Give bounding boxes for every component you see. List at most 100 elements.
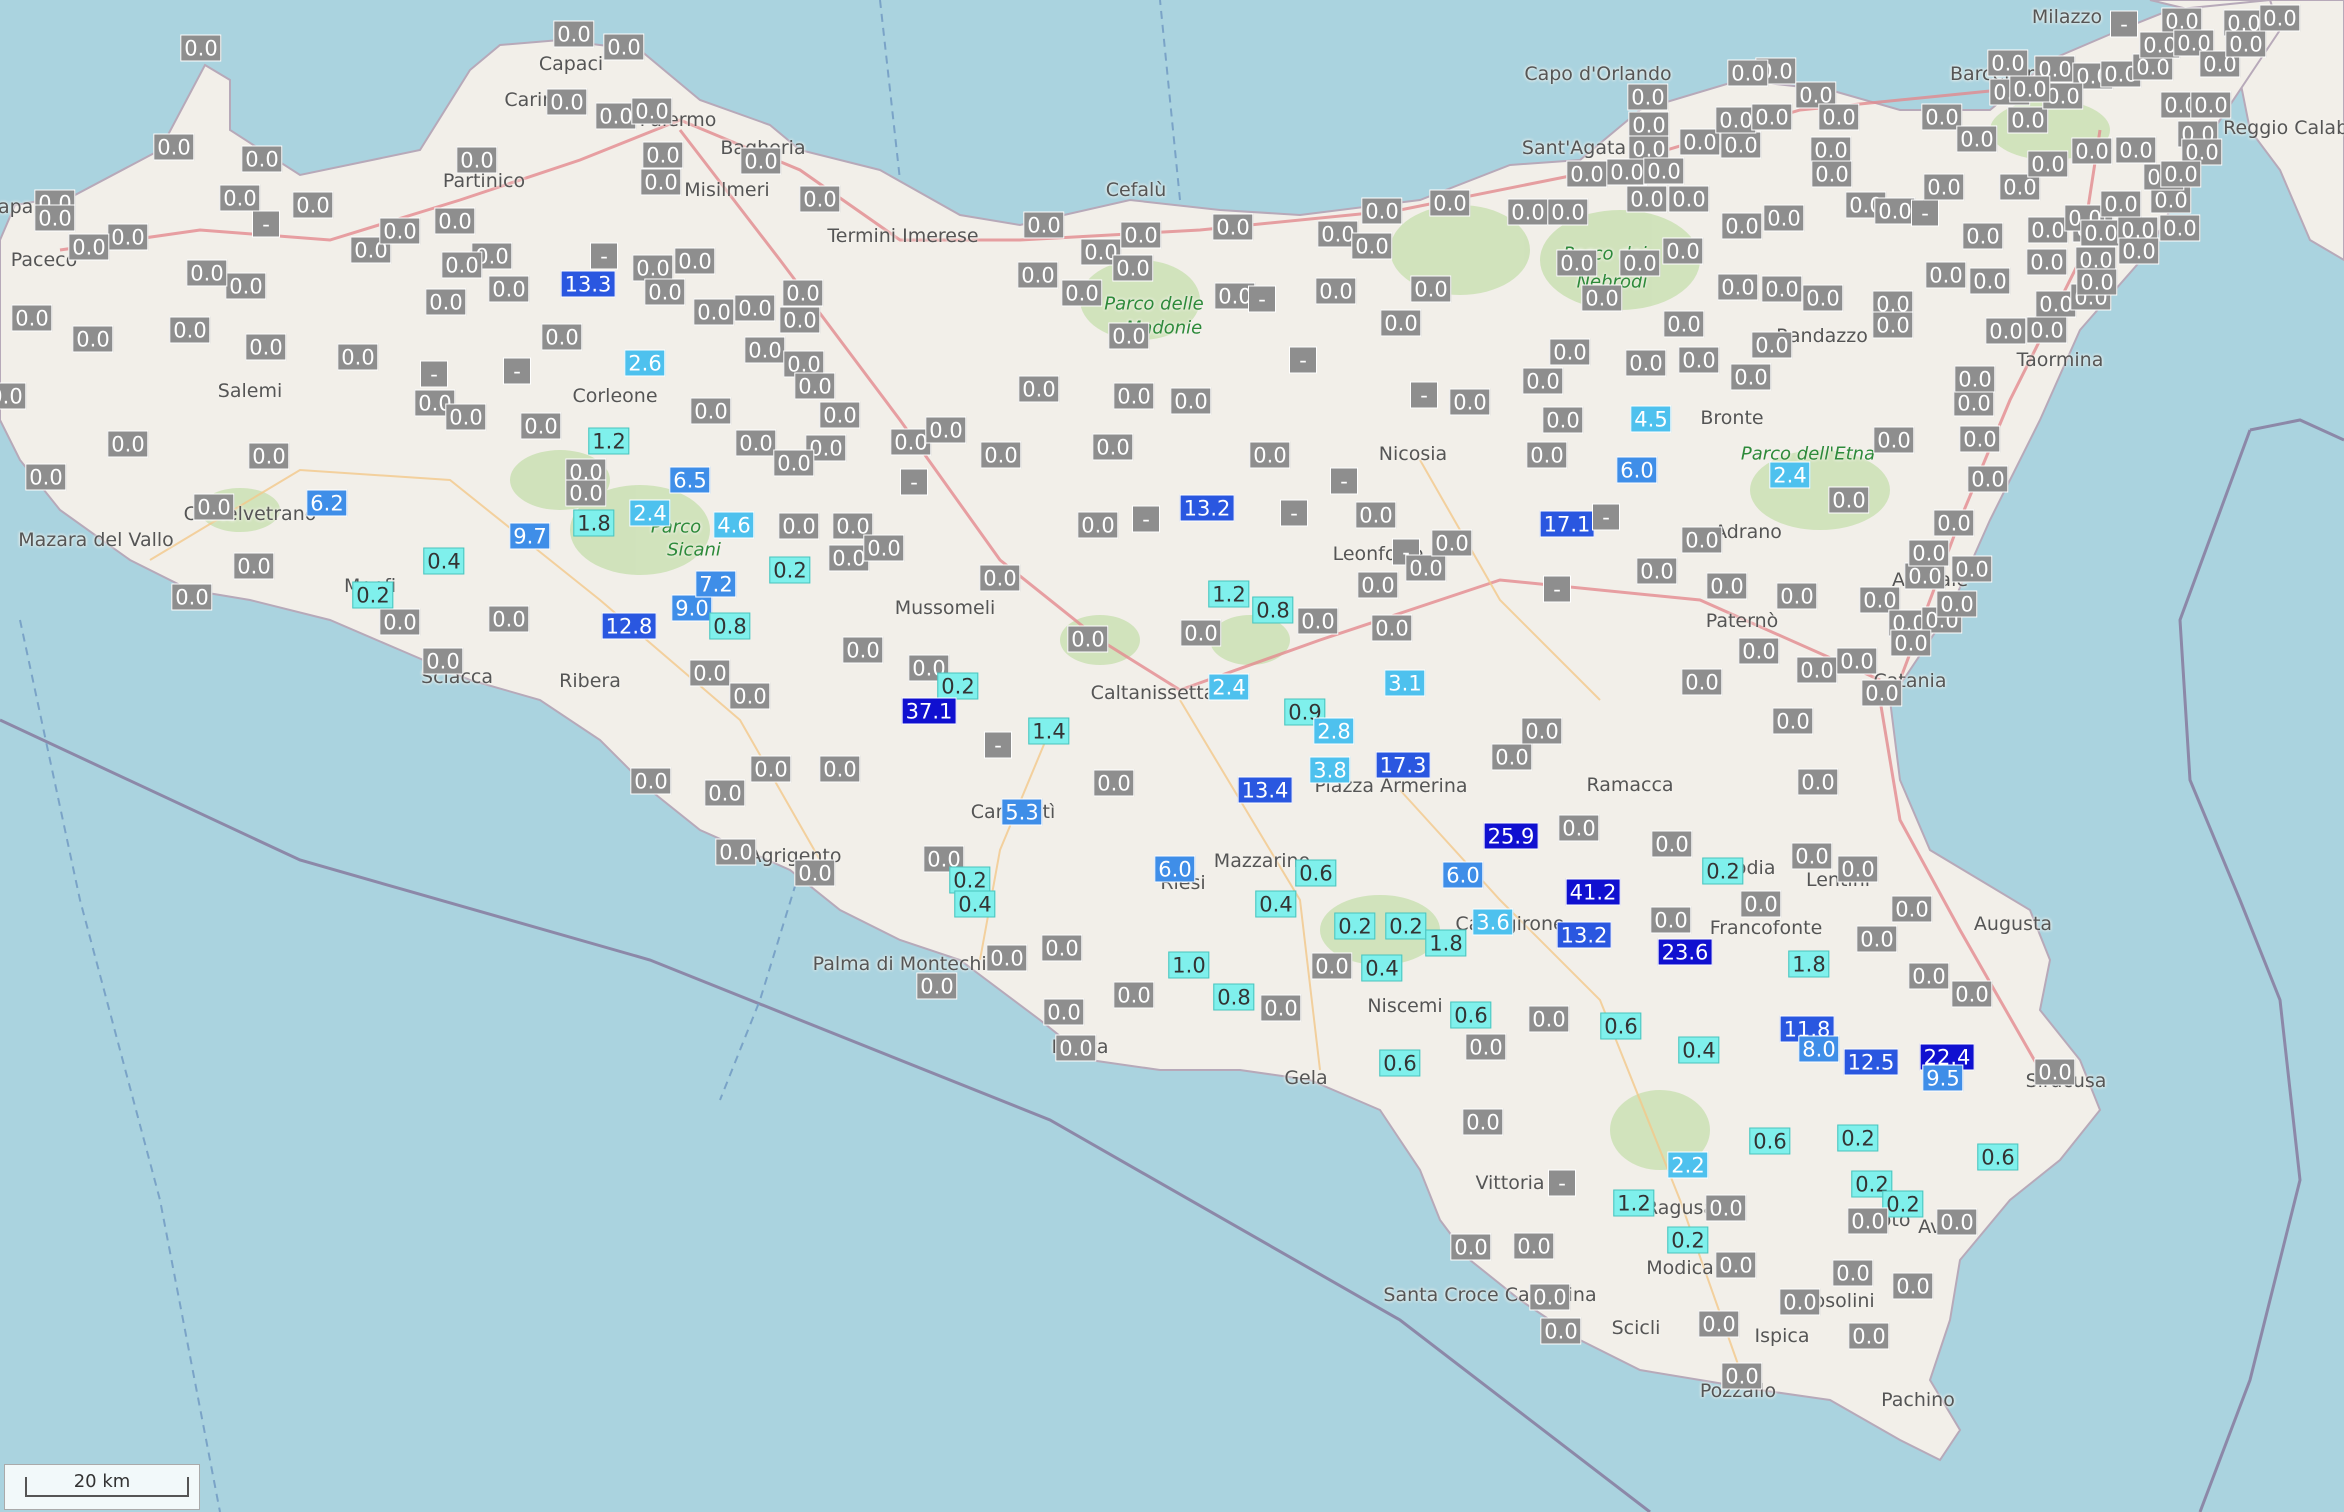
station-marker[interactable]: 0.0 (1315, 277, 1357, 305)
station-marker[interactable]: 0.0 (1936, 590, 1978, 618)
station-marker[interactable]: 13.4 (1237, 776, 1293, 804)
station-marker[interactable]: 0.0 (1371, 614, 1413, 642)
station-marker[interactable]: 0.0 (1923, 173, 1965, 201)
station-marker[interactable]: 0.0 (1698, 1310, 1740, 1338)
station-marker[interactable]: 0.0 (1874, 197, 1916, 225)
station-marker[interactable]: 0.0 (819, 755, 861, 783)
station-marker[interactable]: 0.0 (2071, 137, 2113, 165)
station-marker[interactable]: 0.0 (1112, 254, 1154, 282)
station-marker[interactable]: - (1592, 503, 1620, 531)
station-marker[interactable]: 2.8 (1313, 717, 1355, 745)
station-marker[interactable]: 0.0 (1837, 855, 1879, 883)
station-marker[interactable]: 0.0 (1626, 185, 1668, 213)
station-marker[interactable]: 0.0 (1625, 349, 1667, 377)
station-marker[interactable]: 0.0 (734, 294, 776, 322)
station-marker[interactable]: 0.0 (434, 207, 476, 235)
station-marker[interactable]: 0.0 (1643, 157, 1685, 185)
station-marker[interactable]: 0.0 (1361, 197, 1403, 225)
station-marker[interactable]: 0.0 (1380, 309, 1422, 337)
station-marker[interactable]: 0.0 (1872, 311, 1914, 339)
station-marker[interactable]: 0.2 (1667, 1226, 1709, 1254)
station-marker[interactable]: 0.0 (916, 972, 958, 1000)
station-marker[interactable]: 0.0 (980, 441, 1022, 469)
station-marker[interactable]: 0.0 (1662, 237, 1704, 265)
station-marker[interactable]: 0.0 (779, 306, 821, 334)
station-marker[interactable]: 0.0 (2007, 106, 2049, 134)
station-marker[interactable]: 0.0 (2027, 150, 2069, 178)
station-marker[interactable]: 0.0 (1969, 267, 2011, 295)
station-marker[interactable]: 0.0 (2009, 75, 2051, 103)
station-marker[interactable]: 0.0 (2115, 136, 2157, 164)
station-marker[interactable]: 0.0 (1017, 261, 1059, 289)
station-marker[interactable]: 0.0 (2118, 237, 2160, 265)
station-marker[interactable]: 0.0 (1542, 406, 1584, 434)
station-marker[interactable]: 0.0 (1491, 743, 1533, 771)
station-marker[interactable]: 0.4 (1255, 890, 1297, 918)
station-marker[interactable]: - (1248, 285, 1276, 313)
station-marker[interactable]: 0.0 (1355, 501, 1397, 529)
station-marker[interactable]: 2.4 (1208, 673, 1250, 701)
station-marker[interactable]: 0.4 (1361, 954, 1403, 982)
station-marker[interactable]: 0.0 (640, 168, 682, 196)
station-marker[interactable]: 0.0 (2159, 214, 2201, 242)
station-marker[interactable]: 0.0 (1779, 1288, 1821, 1316)
station-marker[interactable]: 0.0 (1933, 509, 1975, 537)
station-marker[interactable]: 1.2 (1613, 1189, 1655, 1217)
station-marker[interactable]: 0.0 (1705, 1194, 1747, 1222)
station-marker[interactable]: 0.0 (1041, 934, 1083, 962)
station-marker[interactable]: 0.0 (1951, 555, 1993, 583)
station-marker[interactable]: 0.0 (1431, 529, 1473, 557)
station-marker[interactable]: 2.6 (624, 349, 666, 377)
station-marker[interactable]: 0.0 (1061, 279, 1103, 307)
station-marker[interactable]: - (900, 468, 928, 496)
station-marker[interactable]: 0.0 (1120, 221, 1162, 249)
station-marker[interactable]: 0.8 (1213, 983, 1255, 1011)
station-marker[interactable]: 0.0 (794, 372, 836, 400)
station-marker[interactable]: 0.2 (1334, 912, 1376, 940)
station-marker[interactable]: 0.0 (1528, 1005, 1570, 1033)
station-marker[interactable]: 0.0 (1959, 425, 2001, 453)
station-marker[interactable]: 0.0 (1836, 647, 1878, 675)
station-marker[interactable]: 9.5 (1922, 1064, 1964, 1092)
station-marker[interactable]: 0.0 (693, 298, 735, 326)
station-marker[interactable]: 0.0 (1043, 998, 1085, 1026)
station-marker[interactable]: 0.0 (644, 278, 686, 306)
station-marker[interactable]: 0.0 (565, 479, 607, 507)
map-view[interactable]: CapaciCariniBagheriaPartinicoMisilmeriTe… (0, 0, 2344, 1512)
station-marker[interactable]: 13.2 (1179, 494, 1235, 522)
station-marker[interactable]: 0.0 (1018, 375, 1060, 403)
station-marker[interactable]: - (1543, 575, 1571, 603)
station-marker[interactable]: 9.7 (509, 522, 551, 550)
station-marker[interactable]: 0.0 (750, 755, 792, 783)
station-marker[interactable]: 0.0 (292, 191, 334, 219)
station-marker[interactable]: 0.0 (1260, 994, 1302, 1022)
station-marker[interactable]: 0.0 (186, 259, 228, 287)
station-marker[interactable]: 6.0 (1616, 456, 1658, 484)
station-marker[interactable]: 0.0 (107, 223, 149, 251)
station-marker[interactable]: 0.0 (1761, 275, 1803, 303)
station-marker[interactable]: - (590, 242, 618, 270)
station-marker[interactable]: 8.0 (1798, 1035, 1840, 1063)
station-marker[interactable]: 0.0 (1730, 363, 1772, 391)
station-marker[interactable]: 0.0 (1727, 59, 1769, 87)
station-marker[interactable]: 17.1 (1539, 510, 1595, 538)
station-marker[interactable]: 6.0 (1154, 855, 1196, 883)
station-marker[interactable]: 0.6 (1379, 1049, 1421, 1077)
station-marker[interactable]: 0.0 (979, 564, 1021, 592)
station-marker[interactable]: 2.4 (1769, 461, 1811, 489)
station-marker[interactable]: 0.0 (169, 316, 211, 344)
station-marker[interactable]: 0.0 (1890, 629, 1932, 657)
station-marker[interactable]: 0.0 (553, 20, 595, 48)
station-marker[interactable]: 0.0 (1797, 768, 1839, 796)
station-marker[interactable]: 0.2 (1837, 1124, 1879, 1152)
station-marker[interactable]: 25.9 (1483, 822, 1539, 850)
station-marker[interactable]: 0.0 (1650, 906, 1692, 934)
station-marker[interactable]: 0.6 (1977, 1143, 2019, 1171)
station-marker[interactable]: 0.0 (1529, 1283, 1571, 1311)
station-marker[interactable]: 0.0 (1429, 189, 1471, 217)
station-marker[interactable]: 1.2 (1208, 580, 1250, 608)
station-marker[interactable]: - (1911, 199, 1939, 227)
station-marker[interactable]: 37.1 (901, 697, 957, 725)
station-marker[interactable]: 0.0 (1967, 465, 2009, 493)
station-marker[interactable]: 23.6 (1657, 938, 1713, 966)
